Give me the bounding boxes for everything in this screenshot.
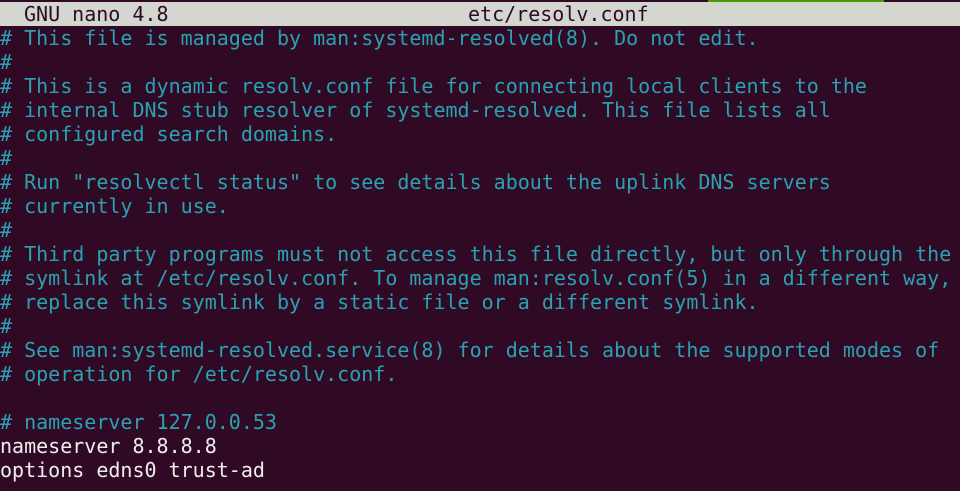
editor-line[interactable]: # [0,314,960,338]
editor-line[interactable]: # Run "resolvectl status" to see details… [0,170,960,194]
app-version-label: GNU nano 4.8 [24,2,169,26]
editor-line[interactable]: # [0,50,960,74]
editor-line[interactable]: # [0,218,960,242]
editor-line[interactable]: # replace this symlink by a static file … [0,290,960,314]
editor-line[interactable]: # [0,146,960,170]
editor-line[interactable]: # operation for /etc/resolv.conf. [0,362,960,386]
editor-line[interactable]: nameserver 8.8.8.8 [0,434,960,458]
editor-line[interactable]: # Third party programs must not access t… [0,242,960,266]
editor-line[interactable]: # This file is managed by man:systemd-re… [0,26,960,50]
editor-line[interactable]: # internal DNS stub resolver of systemd-… [0,98,960,122]
title-accent-bar [708,0,884,2]
editor-line[interactable]: # See man:systemd-resolved.service(8) fo… [0,338,960,362]
editor-line[interactable]: # currently in use. [0,194,960,218]
filename-label: etc/resolv.conf [468,2,649,26]
terminal-window: GNU nano 4.8 etc/resolv.conf # This file… [0,0,960,491]
editor-line[interactable]: # configured search domains. [0,122,960,146]
nano-title-bar: GNU nano 4.8 etc/resolv.conf [0,0,960,26]
editor-text-area[interactable]: # This file is managed by man:systemd-re… [0,26,960,482]
editor-line[interactable]: # This is a dynamic resolv.conf file for… [0,74,960,98]
editor-line[interactable]: options edns0 trust-ad [0,458,960,482]
editor-line[interactable]: # symlink at /etc/resolv.conf. To manage… [0,266,960,290]
editor-line[interactable] [0,386,960,410]
editor-line[interactable]: # nameserver 127.0.0.53 [0,410,960,434]
